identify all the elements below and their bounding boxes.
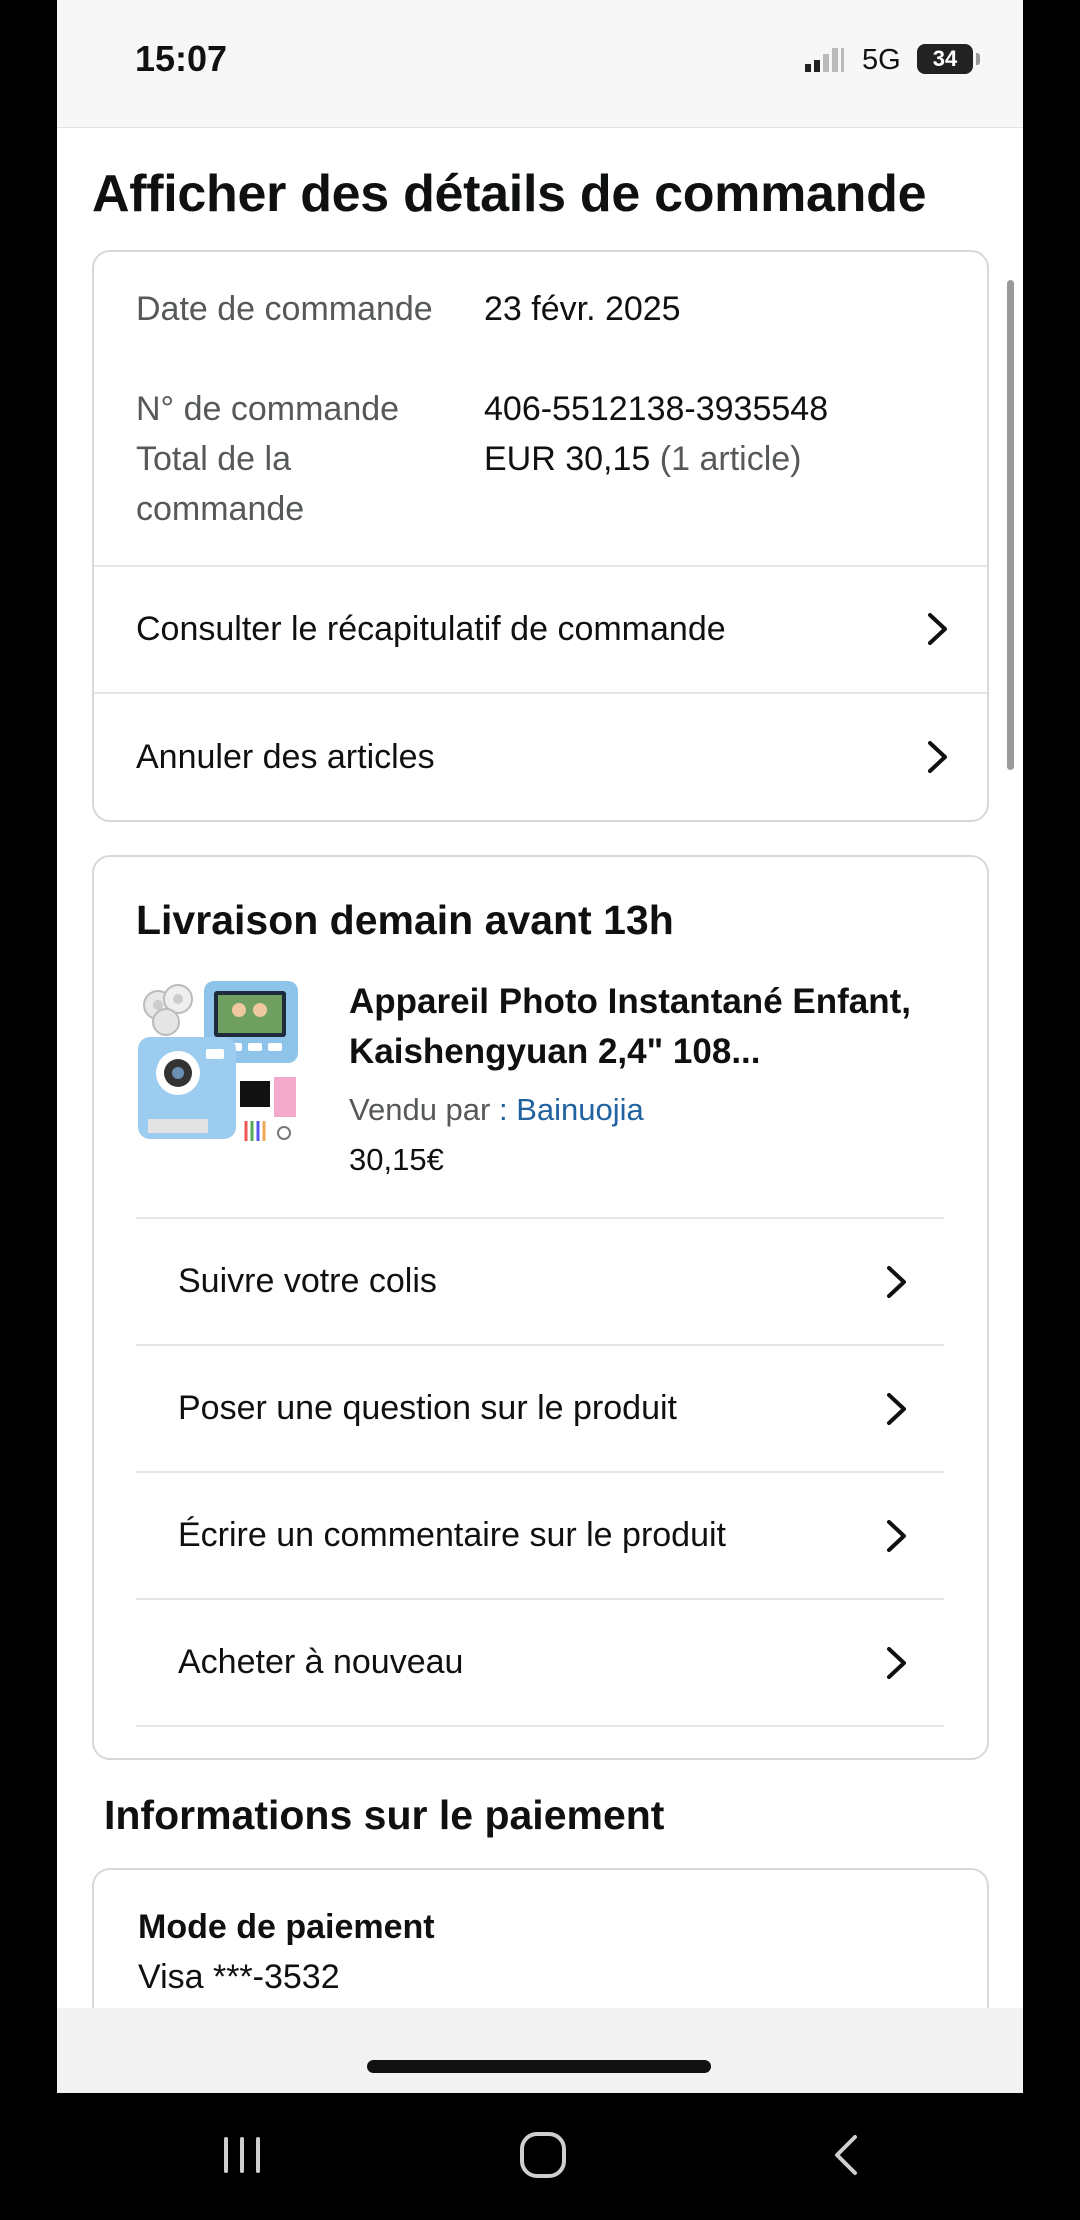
view-order-summary-label: Consulter le récapitulatif de commande <box>136 609 726 648</box>
product-title[interactable]: Appareil Photo Instantané Enfant, Kaishe… <box>349 977 949 1077</box>
payment-method-value: Visa ***-3532 <box>138 1958 340 1996</box>
order-date-label: Date de commande <box>136 290 433 328</box>
write-review-link[interactable]: Écrire un commentaire sur le produit <box>178 1473 910 1598</box>
back-icon <box>835 2135 857 2175</box>
home-indicator[interactable] <box>367 2060 711 2073</box>
chevron-right-icon <box>887 1646 906 1679</box>
write-review-label: Écrire un commentaire sur le produit <box>178 1516 727 1554</box>
battery-tip <box>976 53 980 65</box>
order-total-items: (1 article) <box>659 440 802 478</box>
battery-icon: 34 <box>917 44 973 74</box>
bottom-bar <box>57 2008 1023 2093</box>
order-total-label: Total de la commande <box>136 440 305 528</box>
cancel-items-link[interactable]: Annuler des articles <box>136 694 951 820</box>
sold-by-label: Vendu par <box>349 1092 491 1127</box>
chevron-right-icon <box>928 741 947 773</box>
track-package-link[interactable]: Suivre votre colis <box>178 1219 910 1344</box>
home-icon <box>520 2132 566 2178</box>
system-navigation-bar <box>0 2093 1080 2220</box>
delivery-card: Livraison demain avant 13h Appareil Phot… <box>92 855 989 1760</box>
order-date-value: 23 févr. 2025 <box>484 290 681 328</box>
chevron-right-icon <box>928 613 947 645</box>
seller-link[interactable]: : Bainuojia <box>499 1092 644 1127</box>
divider <box>136 1725 944 1727</box>
order-summary-card: Date de commande 23 févr. 2025 N° de com… <box>92 250 989 822</box>
payment-method-label: Mode de paiement <box>138 1908 435 1946</box>
track-package-label: Suivre votre colis <box>178 1262 437 1300</box>
chevron-right-icon <box>887 1265 906 1298</box>
recent-apps-button[interactable] <box>202 2115 282 2195</box>
product-price: 30,15€ <box>349 1142 444 1177</box>
buy-again-label: Acheter à nouveau <box>178 1643 464 1681</box>
status-time: 15:07 <box>135 38 228 79</box>
order-number-value: 406-5512138-3935548 <box>484 390 829 428</box>
order-total-value: EUR 30,15 (1 article) <box>484 434 801 484</box>
network-type: 5G <box>862 44 901 76</box>
cancel-items-label: Annuler des articles <box>136 737 435 776</box>
order-number-label: N° de commande <box>136 390 400 428</box>
chevron-right-icon <box>887 1392 906 1425</box>
ask-product-question-label: Poser une question sur le produit <box>178 1389 677 1427</box>
home-button[interactable] <box>503 2115 583 2195</box>
scrollbar[interactable] <box>1007 280 1014 770</box>
product-image[interactable] <box>136 977 301 1147</box>
buy-again-link[interactable]: Acheter à nouveau <box>178 1600 910 1725</box>
page-title: Afficher des détails de commande <box>92 165 927 223</box>
view-order-summary-link[interactable]: Consulter le récapitulatif de commande <box>136 566 951 692</box>
payment-heading: Informations sur le paiement <box>104 1792 665 1838</box>
status-bar: 15:07 5G 34 <box>57 0 1023 128</box>
signal-strength-icon <box>805 48 844 72</box>
chevron-right-icon <box>887 1519 906 1552</box>
ask-product-question-link[interactable]: Poser une question sur le produit <box>178 1346 910 1471</box>
recent-apps-icon <box>224 2137 260 2173</box>
phone-screen: 15:07 5G 34 Afficher des détails de comm… <box>57 0 1023 2093</box>
delivery-title: Livraison demain avant 13h <box>136 897 674 943</box>
sold-by: Vendu par : Bainuojia <box>349 1092 644 1128</box>
order-total-amount: EUR 30,15 <box>484 440 651 478</box>
back-button[interactable] <box>806 2115 886 2195</box>
